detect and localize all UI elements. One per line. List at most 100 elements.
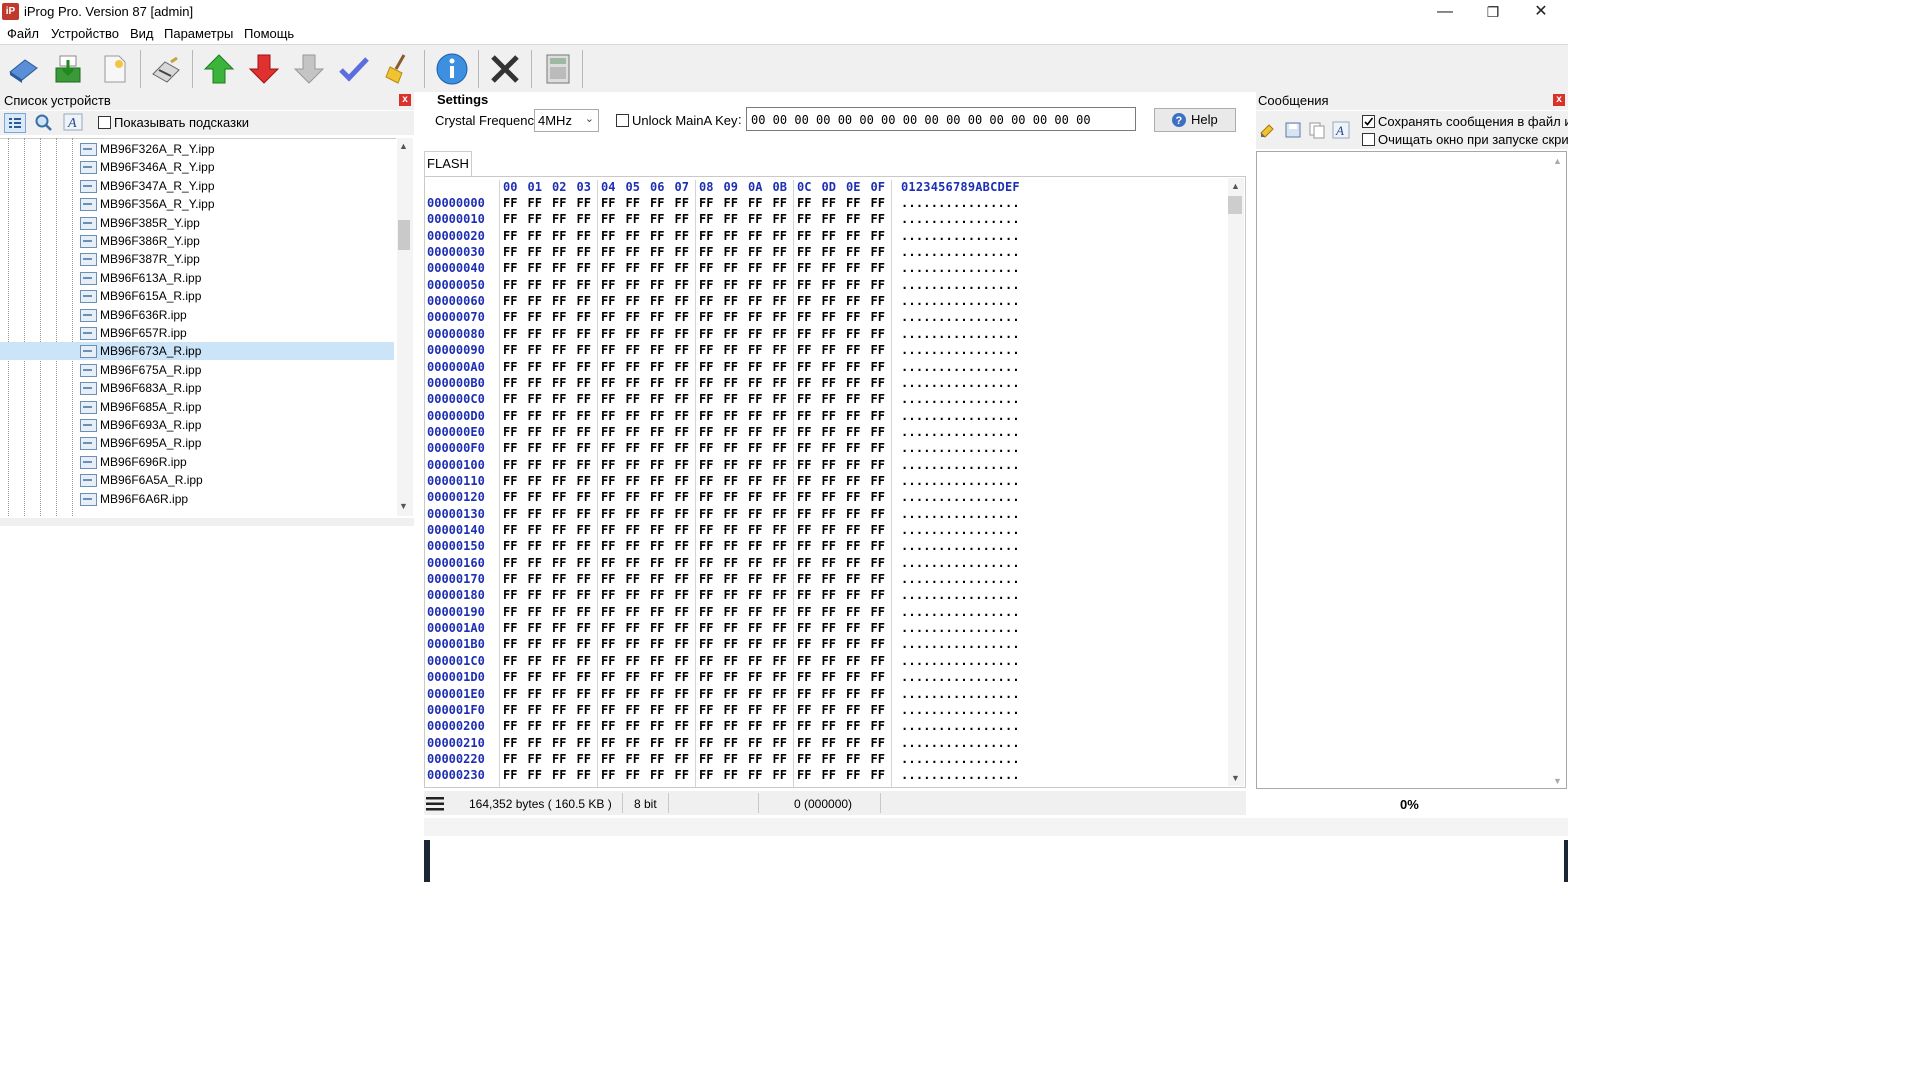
hex-byte[interactable]: FF: [871, 359, 885, 375]
hex-byte[interactable]: FF: [773, 620, 787, 636]
hex-byte[interactable]: FF: [699, 686, 713, 702]
hex-byte[interactable]: FF: [626, 440, 640, 456]
hex-byte[interactable]: FF: [773, 440, 787, 456]
hex-byte[interactable]: FF: [773, 636, 787, 652]
hex-byte[interactable]: FF: [601, 473, 615, 489]
hex-byte[interactable]: FF: [797, 620, 811, 636]
hex-byte[interactable]: FF: [846, 293, 860, 309]
hex-byte[interactable]: FF: [822, 571, 836, 587]
hex-byte[interactable]: FF: [626, 620, 640, 636]
hex-byte[interactable]: FF: [503, 489, 517, 505]
font-icon[interactable]: A: [1332, 121, 1350, 139]
hex-byte[interactable]: FF: [773, 702, 787, 718]
hex-byte[interactable]: FF: [797, 686, 811, 702]
hex-byte[interactable]: FF: [503, 735, 517, 751]
hex-byte[interactable]: FF: [773, 211, 787, 227]
hex-byte[interactable]: FF: [871, 571, 885, 587]
hex-byte[interactable]: FF: [748, 604, 762, 620]
hex-byte[interactable]: FF: [577, 702, 591, 718]
hex-byte[interactable]: FF: [601, 277, 615, 293]
hex-byte[interactable]: FF: [822, 587, 836, 603]
hex-byte[interactable]: FF: [699, 359, 713, 375]
hex-byte[interactable]: FF: [577, 587, 591, 603]
hex-byte[interactable]: FF: [577, 408, 591, 424]
hex-byte[interactable]: FF: [675, 293, 689, 309]
hex-byte[interactable]: FF: [871, 718, 885, 734]
hex-byte[interactable]: FF: [552, 309, 566, 325]
device-tree-item[interactable]: MB96F685A_R.ipp: [0, 398, 394, 416]
hex-byte[interactable]: FF: [626, 669, 640, 685]
hex-byte[interactable]: FF: [577, 506, 591, 522]
upload-green-arrow-icon[interactable]: [201, 51, 237, 87]
hex-byte[interactable]: FF: [626, 195, 640, 211]
hex-byte[interactable]: FF: [871, 228, 885, 244]
hex-byte[interactable]: FF: [626, 686, 640, 702]
hex-byte[interactable]: FF: [846, 408, 860, 424]
hex-byte[interactable]: FF: [797, 718, 811, 734]
hex-byte[interactable]: FF: [503, 277, 517, 293]
hex-byte[interactable]: FF: [601, 538, 615, 554]
hex-byte[interactable]: FF: [699, 457, 713, 473]
hex-byte[interactable]: FF: [626, 342, 640, 358]
hex-byte[interactable]: FF: [503, 702, 517, 718]
menu-view[interactable]: Вид: [130, 26, 154, 41]
hex-byte[interactable]: FF: [748, 195, 762, 211]
hex-byte[interactable]: FF: [650, 751, 664, 767]
hex-byte[interactable]: FF: [675, 767, 689, 783]
hex-byte[interactable]: FF: [773, 326, 787, 342]
hex-byte[interactable]: FF: [773, 767, 787, 783]
hex-byte[interactable]: FF: [822, 391, 836, 407]
hex-byte[interactable]: FF: [503, 686, 517, 702]
hex-byte[interactable]: FF: [797, 636, 811, 652]
hex-byte[interactable]: FF: [724, 587, 738, 603]
scroll-up-icon[interactable]: ▲: [1231, 181, 1240, 191]
hex-byte[interactable]: FF: [528, 293, 542, 309]
device-tree-item[interactable]: MB96F657R.ipp: [0, 324, 394, 342]
hex-byte[interactable]: FF: [528, 391, 542, 407]
hex-byte[interactable]: FF: [797, 424, 811, 440]
hex-byte[interactable]: FF: [601, 326, 615, 342]
hex-byte[interactable]: FF: [601, 751, 615, 767]
hex-byte[interactable]: FF: [552, 571, 566, 587]
hex-byte[interactable]: FF: [871, 342, 885, 358]
tree-view-icon[interactable]: [4, 113, 26, 133]
hex-byte[interactable]: FF: [552, 555, 566, 571]
hex-byte[interactable]: FF: [601, 489, 615, 505]
hex-byte[interactable]: FF: [503, 751, 517, 767]
hex-byte[interactable]: FF: [626, 408, 640, 424]
hex-byte[interactable]: FF: [552, 767, 566, 783]
hex-byte[interactable]: FF: [601, 636, 615, 652]
splitter[interactable]: [0, 518, 414, 526]
hex-byte[interactable]: FF: [773, 686, 787, 702]
hex-byte[interactable]: FF: [724, 751, 738, 767]
hex-byte[interactable]: FF: [503, 424, 517, 440]
hex-byte[interactable]: FF: [773, 293, 787, 309]
hex-byte[interactable]: FF: [503, 293, 517, 309]
hex-byte[interactable]: FF: [552, 359, 566, 375]
hex-byte[interactable]: FF: [797, 391, 811, 407]
device-tree-item[interactable]: MB96F613A_R.ipp: [0, 269, 394, 287]
hex-byte[interactable]: FF: [724, 506, 738, 522]
hex-byte[interactable]: FF: [626, 424, 640, 440]
hex-byte[interactable]: FF: [601, 408, 615, 424]
hex-byte[interactable]: FF: [675, 424, 689, 440]
hex-byte[interactable]: FF: [528, 587, 542, 603]
hex-byte[interactable]: FF: [626, 555, 640, 571]
hex-byte[interactable]: FF: [797, 440, 811, 456]
menu-device[interactable]: Устройство: [51, 26, 119, 41]
hex-byte[interactable]: FF: [552, 669, 566, 685]
device-tree-item[interactable]: MB96F346A_R_Y.ipp: [0, 158, 394, 176]
hex-byte[interactable]: FF: [846, 522, 860, 538]
hex-byte[interactable]: FF: [822, 342, 836, 358]
hex-byte[interactable]: FF: [675, 555, 689, 571]
hex-byte[interactable]: FF: [797, 489, 811, 505]
messages-close-icon[interactable]: x: [1553, 94, 1565, 106]
hex-byte[interactable]: FF: [846, 751, 860, 767]
hex-byte[interactable]: FF: [601, 293, 615, 309]
hex-byte[interactable]: FF: [650, 440, 664, 456]
hex-byte[interactable]: FF: [797, 408, 811, 424]
menu-help[interactable]: Помощь: [244, 26, 294, 41]
hex-byte[interactable]: FF: [503, 604, 517, 620]
scroll-down-icon[interactable]: ▼: [1231, 773, 1240, 783]
hex-byte[interactable]: FF: [822, 473, 836, 489]
